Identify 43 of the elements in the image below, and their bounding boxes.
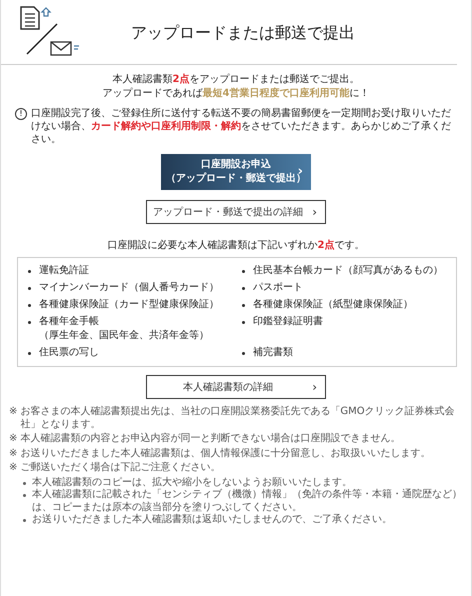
intro-text: 本人確認書類2点をアップロードまたは郵送でご提出。 [112, 73, 360, 87]
note-mark: ※ [9, 406, 18, 419]
intro-text: アップロードであれば最短4営業日程度で口座利用可能に！ [102, 87, 370, 101]
documents-detail-button[interactable]: 本人確認書類の詳細 › [146, 375, 326, 399]
note-text: お送りいただきました本人確認書類は返却いたしませんので、ご了承ください。 [32, 514, 392, 526]
bullet-icon [23, 482, 26, 484]
document-item: 住民基本台帳カード（顔写真があるもの） [253, 264, 443, 278]
note-text: 本人確認書類の内容とお申込内容が同一と判断できない場合は口座開設できません。 [20, 433, 400, 446]
document-item: 運転免許証 [39, 264, 89, 278]
note-text: 本人確認書類のコピーは、拡大や縮小をしないようお願いいたします。 [32, 476, 352, 488]
bullet-icon [23, 494, 26, 497]
bullet-icon [28, 270, 31, 273]
bullet-icon [28, 304, 31, 307]
note-mark: ※ [9, 433, 18, 446]
bullet-icon [242, 304, 245, 307]
document-item: パスポート [253, 281, 303, 295]
document-item: 補完書類 [253, 346, 293, 360]
bullet-icon [28, 287, 31, 290]
document-item: 住民票の写し [39, 346, 99, 360]
note-text: 本人確認書類に記載された「センシティブ（機微）情報」（免許の条件等・本籍・通院歴など）は、コピーまたは原本の該当部分を塗りつぶしてください。 [32, 489, 463, 514]
note-mark: ※ [9, 462, 18, 474]
bullet-icon [28, 321, 31, 324]
document-item: 各種年金手帳 （厚生年金、国民年金、共済年金等） [39, 315, 209, 343]
document-item: 印鑑登録証明書 [253, 315, 323, 329]
page-title: アップロードまたは郵送で提出 [130, 22, 356, 44]
document-item: マイナンバーカード（個人番号カード） [39, 281, 219, 295]
bullet-icon [23, 519, 26, 522]
bullet-icon [28, 352, 31, 355]
documents-heading: 口座開設に必要な本人確認書類は下記いずれか2点です。 [106, 238, 366, 252]
warning-text: 口座開設完了後、ご登録住所に送付する転送不要の簡易書留郵便を一定期間お受け取りいただけない場合、カード解約や口座利用制限・解約をさせていただきます。あらかじめご了承ください。 [31, 107, 452, 146]
bullet-icon [242, 287, 245, 290]
bullet-icon [242, 270, 245, 273]
document-item: 各種健康保険証（紙型健康保険証） [253, 298, 413, 312]
note-text: ご郵送いただく場合は下記ご注意ください。 [20, 462, 220, 474]
document-item: 各種健康保険証（カード型健康保険証） [39, 298, 219, 312]
note-text: お客さまの本人確認書類提出先は、当社の口座開設業務委託先である「GMOクリック証券株式会社」となります。 [20, 406, 456, 431]
bullet-icon [242, 321, 245, 324]
bullet-icon [242, 352, 245, 355]
warning-icon: ! [15, 108, 27, 120]
upload-detail-button[interactable]: アップロード・郵送で提出の詳細 › [146, 200, 326, 224]
apply-button[interactable]: 口座開設お申込 （アップロード・郵送で提出） › [161, 154, 311, 190]
note-text: お送りいただきました本人確認書類は、個人情報保護に十分留意し、お取扱いいたします。 [20, 448, 430, 460]
note-mark: ※ [9, 448, 18, 460]
